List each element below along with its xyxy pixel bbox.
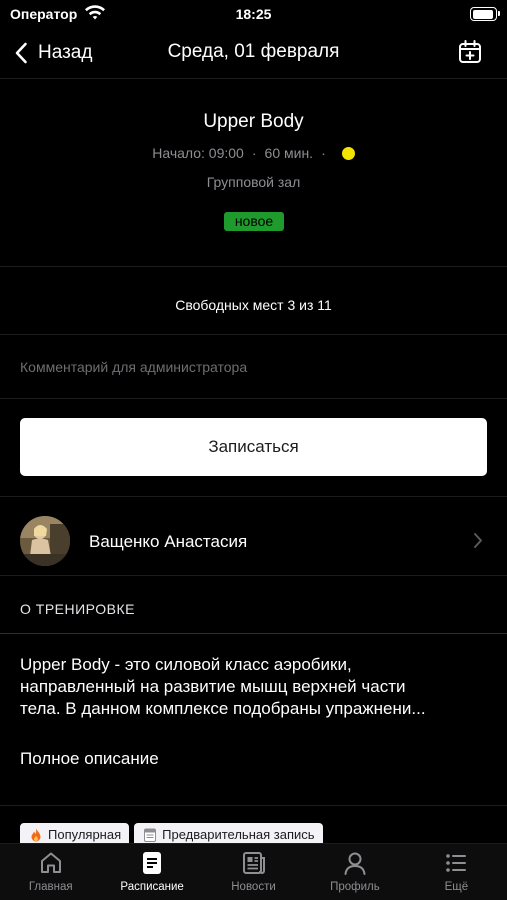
- battery-icon: [470, 7, 500, 21]
- tag-label: Популярная: [48, 827, 122, 842]
- divider: [0, 266, 507, 267]
- tab-more[interactable]: Ещё: [406, 844, 507, 900]
- admin-comment-input[interactable]: [20, 352, 486, 382]
- trainer-avatar: [20, 516, 70, 566]
- divider: [0, 575, 507, 576]
- status-bar: Оператор 18:25: [0, 0, 507, 30]
- signup-button[interactable]: Записаться: [20, 418, 487, 476]
- description-line: направленный на развитие мышц верхней ча…: [20, 677, 406, 696]
- room-label: Групповой зал: [206, 174, 301, 190]
- clock: 18:25: [235, 6, 272, 22]
- avatar-photo: [20, 516, 70, 566]
- tab-profile[interactable]: Профиль: [304, 844, 405, 900]
- chevron-right-icon: [474, 533, 482, 548]
- tag-label: Предварительная запись: [162, 827, 315, 842]
- status-badge: новое: [224, 212, 284, 231]
- divider: [0, 78, 507, 79]
- news-icon: [242, 852, 265, 874]
- add-to-calendar-icon[interactable]: [457, 39, 483, 65]
- profile-icon: [344, 852, 366, 875]
- description-line: Upper Body - это силовой класс аэробики,: [20, 655, 352, 674]
- home-icon: [40, 852, 61, 873]
- divider: [0, 334, 507, 335]
- section-title: О ТРЕНИРОВКЕ: [20, 601, 135, 617]
- back-label: Назад: [38, 42, 93, 63]
- intensity-indicator: [341, 146, 355, 160]
- divider: [0, 496, 507, 497]
- divider: [0, 398, 507, 399]
- tab-label: Расписание: [120, 881, 184, 893]
- class-meta: Начало: 09:00 · 60 мин. ·: [0, 145, 507, 161]
- class-title: Upper Body: [203, 111, 304, 132]
- chevron-left-icon: [15, 42, 27, 64]
- schedule-icon: [143, 852, 162, 874]
- divider: [0, 633, 507, 634]
- trainer-name: Ващенко Анастасия: [89, 532, 248, 551]
- tab-label: Ещё: [444, 881, 469, 893]
- calendar-note-icon: [144, 828, 157, 842]
- trainer-row[interactable]: Ващенко Анастасия: [0, 503, 507, 575]
- tab-schedule[interactable]: Расписание: [101, 844, 202, 900]
- class-description: Upper Body - это силовой класс аэробики,…: [20, 654, 490, 720]
- tag-list: Популярная Предварительная запись: [20, 823, 323, 845]
- tab-news[interactable]: Новости: [203, 844, 304, 900]
- tab-label: Профиль: [330, 881, 380, 893]
- tab-bar: Главная Расписание Новости Профиль Ещё: [0, 843, 507, 900]
- free-places: Свободных мест 3 из 11: [175, 297, 332, 313]
- divider: [0, 805, 507, 806]
- duration: 60 мин.: [264, 145, 314, 161]
- tab-label: Главная: [28, 881, 73, 893]
- full-description-link[interactable]: Полное описание: [20, 749, 159, 769]
- tab-home[interactable]: Главная: [0, 844, 101, 900]
- start-time: Начало: 09:00: [152, 145, 244, 161]
- meta-separator: ·: [251, 145, 257, 161]
- more-icon: [446, 854, 467, 872]
- navigation-bar: Назад Среда, 01 февраля: [0, 30, 507, 76]
- back-button[interactable]: Назад: [14, 38, 92, 68]
- flame-icon: [31, 828, 41, 842]
- meta-separator: ·: [321, 145, 326, 161]
- tab-label: Новости: [231, 881, 276, 893]
- tag-pre-booking: Предварительная запись: [134, 823, 323, 845]
- description-line: тела. В данном комплексе подобраны упраж…: [20, 699, 426, 718]
- tag-popular: Популярная: [20, 823, 130, 845]
